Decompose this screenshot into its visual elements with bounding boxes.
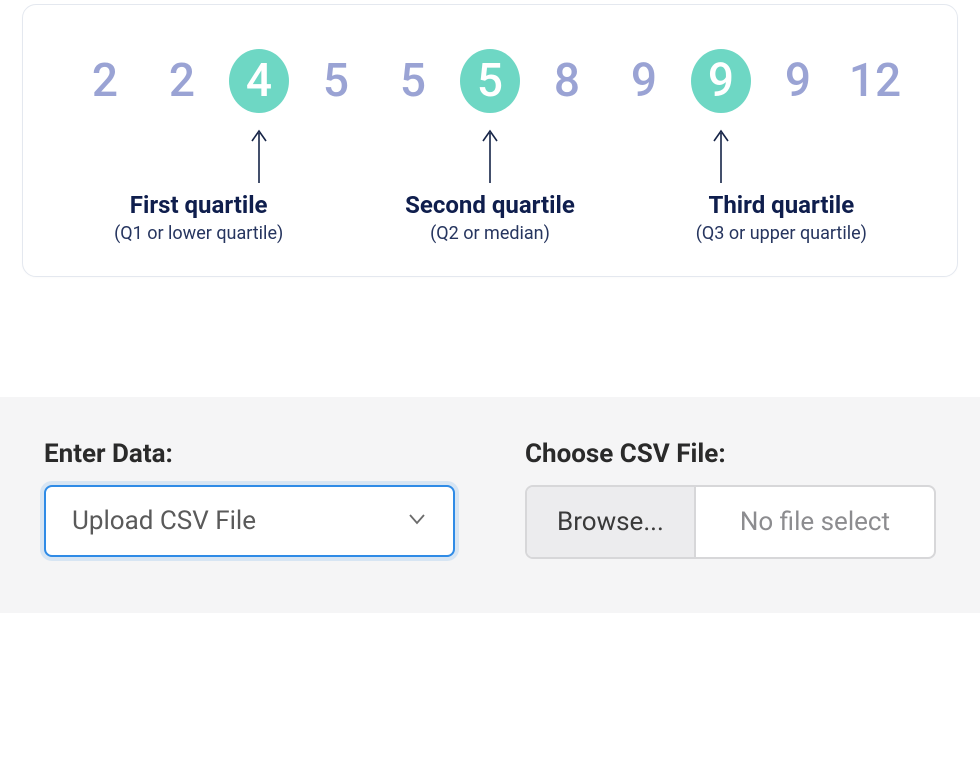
number-value: 2: [75, 58, 135, 104]
select-value-text: Upload CSV File: [72, 506, 407, 536]
number-value: 2: [152, 58, 212, 104]
arrow-q1: [229, 127, 289, 183]
quartile-labels: First quartile (Q1 or lower quartile) Se…: [53, 191, 927, 244]
q2-subtitle: (Q2 or median): [344, 223, 635, 244]
arrow-q3: [691, 127, 751, 183]
number-value: 12: [845, 58, 905, 104]
q1-title: First quartile: [53, 191, 344, 219]
enter-data-label: Enter Data:: [44, 439, 455, 469]
q2-title: Second quartile: [344, 191, 635, 219]
number-value: 8: [537, 58, 597, 104]
q1-value: 4: [229, 49, 289, 113]
q2-value: 5: [460, 49, 520, 113]
number-value: 9: [768, 58, 828, 104]
q3-value: 9: [691, 49, 751, 113]
q3-subtitle: (Q3 or upper quartile): [636, 223, 927, 244]
q1-label: First quartile (Q1 or lower quartile): [53, 191, 344, 244]
arrow-row: [53, 127, 927, 183]
number-row: 2 2 4 5 5 5 8 9 9 9 12: [53, 49, 927, 113]
chevron-down-icon: [407, 509, 427, 533]
data-source-select[interactable]: Upload CSV File: [44, 485, 455, 557]
number-value: 9: [614, 58, 674, 104]
q3-label: Third quartile (Q3 or upper quartile): [636, 191, 927, 244]
number-value: 5: [306, 58, 366, 104]
choose-file-column: Choose CSV File: Browse... No file selec…: [525, 439, 936, 559]
file-status-text: No file select: [696, 487, 934, 557]
quartile-diagram-card: 2 2 4 5 5 5 8 9 9 9 12 First quartile: [22, 4, 958, 277]
enter-data-column: Enter Data: Upload CSV File: [44, 439, 455, 559]
browse-button[interactable]: Browse...: [527, 487, 696, 557]
arrow-q2: [460, 127, 520, 183]
q3-title: Third quartile: [636, 191, 927, 219]
data-input-strip: Enter Data: Upload CSV File Choose CSV F…: [0, 397, 980, 613]
q2-label: Second quartile (Q2 or median): [344, 191, 635, 244]
choose-file-label: Choose CSV File:: [525, 439, 936, 469]
q1-subtitle: (Q1 or lower quartile): [53, 223, 344, 244]
file-picker[interactable]: Browse... No file select: [525, 485, 936, 559]
number-value: 5: [383, 58, 443, 104]
